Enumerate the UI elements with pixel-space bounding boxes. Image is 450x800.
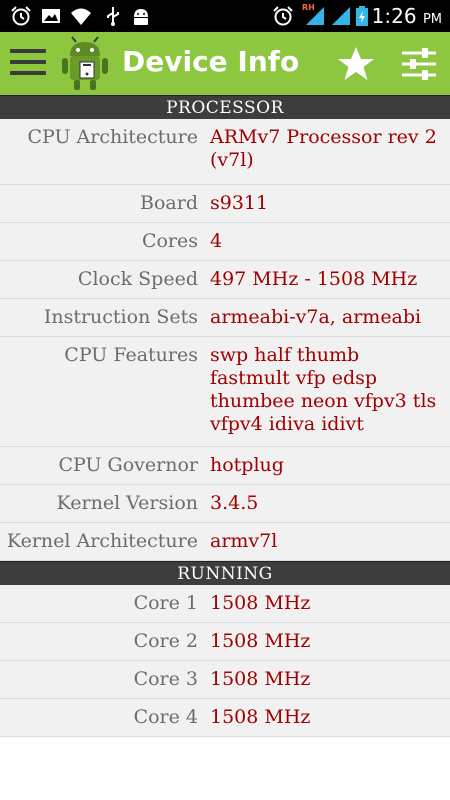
- row-value: armv7l: [210, 530, 278, 552]
- info-row-core-2: Core 2 1508 MHz: [0, 623, 450, 661]
- row-value: 497 MHz - 1508 MHz: [210, 268, 418, 290]
- battery-icon: [356, 6, 368, 26]
- row-value: hotplug: [210, 454, 284, 476]
- wifi-icon: [71, 8, 91, 25]
- info-row-kernel-architecture: Kernel Architecture armv7l: [0, 523, 450, 561]
- gallery-icon: [42, 9, 60, 23]
- usb-icon: [107, 7, 119, 26]
- row-label: Clock Speed: [77, 268, 198, 290]
- row-label: CPU Architecture: [27, 126, 198, 148]
- app-title: Device Info: [122, 45, 300, 78]
- content-list[interactable]: PROCESSOR CPU Architecture ARMv7 Process…: [0, 95, 450, 737]
- menu-icon[interactable]: [10, 49, 46, 79]
- clock-time: 1:26: [371, 4, 417, 28]
- info-row-cores: Cores 4: [0, 223, 450, 261]
- row-label: CPU Governor: [58, 454, 198, 476]
- row-label: CPU Features: [64, 344, 198, 366]
- row-value: swp half thumb fastmult vfp edsp thumbee…: [210, 344, 437, 435]
- settings-sliders-icon[interactable]: [400, 46, 438, 82]
- row-value: 4: [210, 230, 223, 252]
- row-value: 3.4.5: [210, 492, 259, 514]
- alarm-icon: [11, 6, 31, 26]
- row-value: armeabi-v7a, armeabi: [210, 306, 422, 328]
- info-row-cpu-governor: CPU Governor hotplug: [0, 447, 450, 485]
- row-value: 1508 MHz: [210, 592, 311, 614]
- row-value: 1508 MHz: [210, 668, 311, 690]
- info-row-kernel-version: Kernel Version 3.4.5: [0, 485, 450, 523]
- section-header-processor: PROCESSOR: [0, 95, 450, 119]
- app-logo-icon: [62, 36, 108, 90]
- clock: 1:26 PM: [372, 4, 442, 28]
- row-label: Instruction Sets: [43, 306, 198, 328]
- row-label: Board: [140, 192, 198, 214]
- row-label: Core 3: [133, 668, 198, 690]
- row-value: 1508 MHz: [210, 630, 311, 652]
- row-label: Kernel Architecture: [6, 530, 198, 552]
- info-row-instruction-sets: Instruction Sets armeabi-v7a, armeabi: [0, 299, 450, 337]
- row-label: Core 4: [133, 706, 198, 728]
- row-label: Cores: [141, 230, 198, 252]
- info-row-board: Board s9311: [0, 185, 450, 223]
- section-header-running: RUNNING: [0, 561, 450, 585]
- info-row-clock-speed: Clock Speed 497 MHz - 1508 MHz: [0, 261, 450, 299]
- info-row-core-3: Core 3 1508 MHz: [0, 661, 450, 699]
- action-bar: Device Info: [0, 32, 450, 95]
- info-row-cpu-architecture: CPU Architecture ARMv7 Processor rev 2 (…: [0, 119, 450, 185]
- alarm-icon: [273, 6, 293, 26]
- android-icon: [134, 9, 148, 25]
- info-row-core-1: Core 1 1508 MHz: [0, 585, 450, 623]
- row-label: Kernel Version: [56, 492, 198, 514]
- row-value: 1508 MHz: [210, 706, 311, 728]
- status-bar: RH 1:26 PM: [0, 0, 450, 32]
- clock-ampm: PM: [422, 12, 442, 27]
- info-row-core-4: Core 4 1508 MHz: [0, 699, 450, 737]
- info-row-cpu-features: CPU Features swp half thumb fastmult vfp…: [0, 337, 450, 447]
- signal-icon: [332, 7, 350, 25]
- row-label: Core 2: [133, 630, 198, 652]
- row-label: Core 1: [133, 592, 198, 614]
- row-value: ARMv7 Processor rev 2 (v7l): [210, 126, 437, 171]
- signal-icon: [306, 7, 324, 25]
- star-icon[interactable]: [336, 44, 376, 84]
- row-value: s9311: [210, 192, 269, 214]
